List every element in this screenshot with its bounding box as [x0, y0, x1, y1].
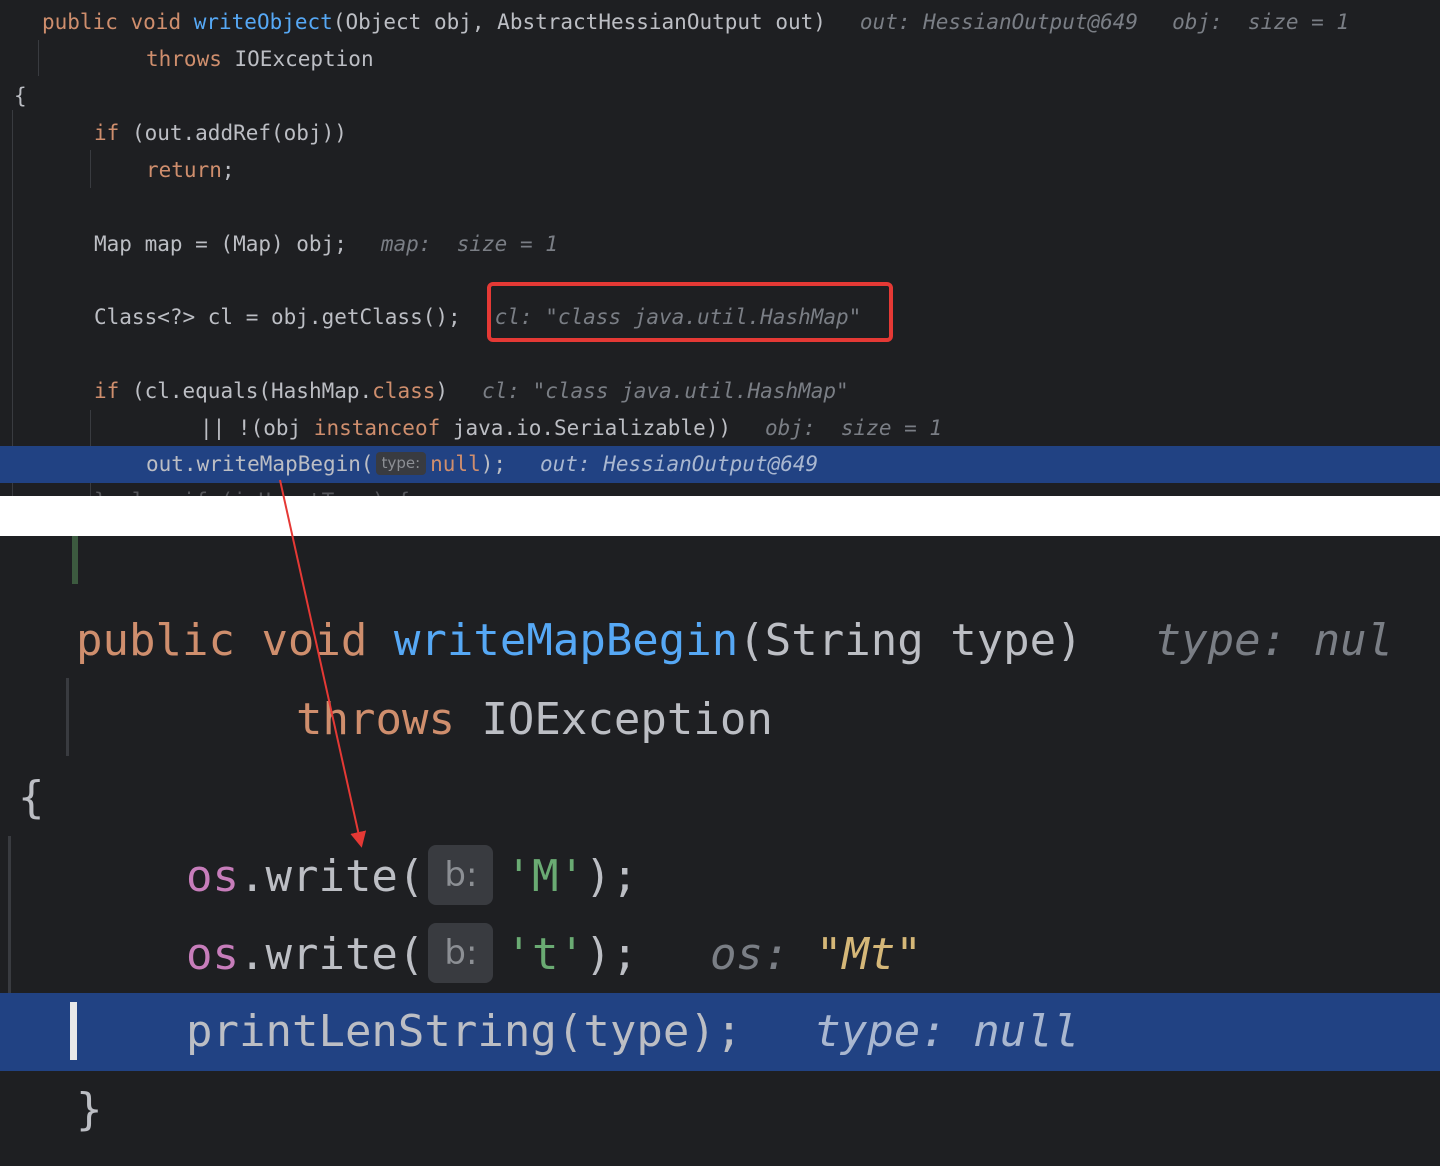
code-token: .write( — [238, 851, 425, 902]
code-token: IOException — [234, 47, 374, 71]
code-line[interactable]: Map map = (Map) obj; map: size = 1 — [0, 226, 1440, 263]
code-token: if — [94, 121, 132, 145]
code-token: writeObject — [193, 10, 333, 34]
inline-debug-value: type: null — [814, 1006, 1080, 1057]
code-token: (Object obj, AbstractHessianOutput out) — [332, 10, 826, 34]
code-token: null — [430, 452, 481, 476]
code-token: 'M' — [505, 851, 585, 902]
code-token: throws — [296, 694, 482, 745]
inline-debug-value: out: HessianOutput@649 — [540, 452, 819, 476]
parameter-hint: type: — [375, 451, 427, 475]
inline-debug-value: type: nul — [1154, 615, 1394, 666]
code-token: Map map = (Map) obj; — [94, 232, 347, 256]
bottom-code-panel: public void writeMapBegin(String type) ty… — [0, 536, 1440, 1166]
code-token: out.writeMapBegin( — [146, 452, 374, 476]
code-token: os — [186, 929, 239, 980]
code-token: public — [76, 615, 262, 666]
code-line[interactable]: public void writeObject(Object obj, Abst… — [0, 4, 1440, 41]
code-token: ); — [584, 929, 638, 980]
code-token: ); — [584, 851, 638, 902]
execution-line[interactable]: printLenString(type); type: null — [0, 993, 1440, 1071]
annotation-red-box — [487, 282, 893, 342]
code-token: IOException — [481, 694, 773, 745]
code-token: void — [261, 615, 394, 666]
code-line[interactable]: || !(obj instanceof java.io.Serializable… — [0, 410, 1440, 447]
code-line[interactable]: public void writeMapBegin(String type) ty… — [0, 602, 1440, 680]
parameter-hint: b: — [428, 923, 494, 983]
code-token: Class<?> cl = obj.getClass(); — [94, 305, 461, 329]
code-token: (String type) — [738, 615, 1083, 666]
code-line[interactable]: os.write(b: 'M'); — [0, 838, 1440, 916]
code-token: ) — [435, 379, 449, 403]
inline-debug-value: out: HessianOutput@649 — [859, 10, 1139, 34]
code-line[interactable]: if (out.addRef(obj)) — [0, 115, 1440, 152]
code-line[interactable]: throws IOException — [0, 681, 1440, 759]
code-token: .write( — [238, 929, 425, 980]
code-token: } — [76, 1084, 103, 1135]
code-token: { — [18, 772, 45, 823]
code-line[interactable]: os.write(b:'t'); os: "Mt" — [0, 916, 1440, 994]
code-token: } else if (isUnsetType) { — [94, 489, 410, 496]
code-line[interactable]: { — [0, 759, 1440, 837]
code-token: { — [14, 84, 27, 108]
code-token: 't' — [505, 929, 585, 980]
execution-line[interactable]: out.writeMapBegin(type: null); out: Hessia… — [0, 446, 1440, 483]
code-token: (cl.equals(HashMap. — [131, 379, 373, 403]
code-token: throws — [146, 47, 235, 71]
code-line-partial[interactable]: } else if (isUnsetType) { — [0, 483, 1440, 496]
parameter-hint: b: — [428, 845, 494, 905]
code-token: || !(obj — [200, 416, 314, 440]
code-line[interactable]: } — [0, 1071, 1440, 1149]
code-token: class — [372, 379, 436, 403]
code-token: return — [146, 158, 222, 182]
code-token: os — [186, 851, 239, 902]
code-token: ; — [221, 158, 235, 182]
text-caret — [70, 1002, 77, 1060]
code-token: void — [130, 10, 194, 34]
code-token: public — [42, 10, 131, 34]
inline-debug-value: obj: size = 1 — [765, 416, 943, 440]
code-token: if — [94, 379, 132, 403]
code-token: java.io.Serializable)) — [452, 416, 732, 440]
inline-debug-value: os: — [709, 929, 816, 980]
inline-debug-value: cl: "class java.util.HashMap" — [482, 379, 849, 403]
code-token: instanceof — [313, 416, 453, 440]
code-line[interactable]: return; — [0, 152, 1440, 189]
top-code-panel: public void writeObject(Object obj, Abst… — [0, 0, 1440, 496]
code-line[interactable]: if (cl.equals(HashMap.class) cl: "class j… — [0, 373, 1440, 410]
change-marker — [72, 536, 78, 584]
code-token: printLenString(type); — [186, 1006, 743, 1057]
inline-debug-value: obj: size = 1 — [1172, 10, 1350, 34]
code-token: writeMapBegin — [393, 615, 739, 666]
inline-debug-string: "Mt" — [815, 929, 922, 980]
inline-debug-value: map: size = 1 — [380, 232, 558, 256]
code-token: (out.addRef(obj)) — [131, 121, 347, 145]
code-line[interactable]: { — [0, 78, 1440, 115]
code-token: ); — [480, 452, 507, 476]
code-line[interactable]: throws IOException — [0, 41, 1440, 78]
